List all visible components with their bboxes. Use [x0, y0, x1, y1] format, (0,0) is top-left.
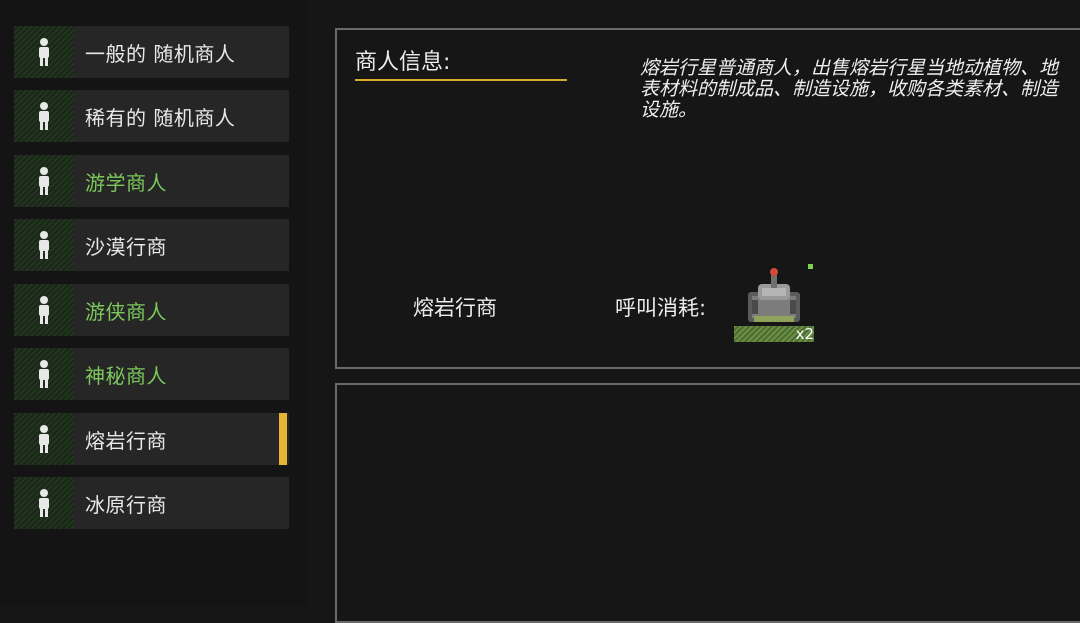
person-icon [14, 284, 74, 336]
trader-label: 冰原行商 [85, 492, 167, 517]
item-count: x2 [795, 325, 814, 343]
trader-label: 神秘商人 [85, 363, 167, 388]
trader-item-desert[interactable]: 沙漠行商 [14, 219, 289, 271]
status-dot [808, 264, 813, 269]
person-icon [14, 90, 74, 142]
trader-label: 熔岩行商 [85, 428, 167, 453]
trader-list: 一般的 随机商人 稀有的 随机商人 游学商人 沙漠行商 游侠商人 神秘商人 熔岩… [0, 0, 308, 606]
title-underline [355, 79, 567, 81]
trader-item-mystery[interactable]: 神秘商人 [14, 348, 289, 400]
trader-label: 游侠商人 [85, 299, 167, 324]
selected-indicator [279, 413, 287, 465]
cost-item[interactable]: x2 [734, 264, 816, 346]
person-icon [14, 413, 74, 465]
trader-name: 熔岩行商 [413, 296, 497, 320]
turret-icon [748, 268, 800, 322]
person-icon [14, 477, 74, 529]
person-icon [14, 26, 74, 78]
person-icon [14, 219, 74, 271]
trader-info-panel: 商人信息: 熔岩行星普通商人，出售熔岩行星当地动植物、地表材料的制成品、制造设施… [335, 28, 1080, 369]
details-panel [335, 383, 1080, 623]
trader-label: 稀有的 随机商人 [85, 105, 236, 130]
info-title: 商人信息: [355, 50, 451, 75]
trader-label: 一般的 随机商人 [85, 41, 236, 66]
trader-item-ranger[interactable]: 游侠商人 [14, 284, 289, 336]
trader-item-study[interactable]: 游学商人 [14, 155, 289, 207]
trader-item-rare-random[interactable]: 稀有的 随机商人 [14, 90, 289, 142]
call-cost-label: 呼叫消耗: [615, 296, 707, 320]
trader-label: 游学商人 [85, 170, 167, 195]
person-icon [14, 155, 74, 207]
person-icon [14, 348, 74, 400]
trader-description: 熔岩行星普通商人，出售熔岩行星当地动植物、地表材料的制成品、制造设施，收购各类素… [640, 57, 1059, 121]
trader-item-lava[interactable]: 熔岩行商 [14, 413, 289, 465]
trader-label: 沙漠行商 [85, 234, 167, 259]
trader-item-general-random[interactable]: 一般的 随机商人 [14, 26, 289, 78]
trader-item-ice[interactable]: 冰原行商 [14, 477, 289, 529]
